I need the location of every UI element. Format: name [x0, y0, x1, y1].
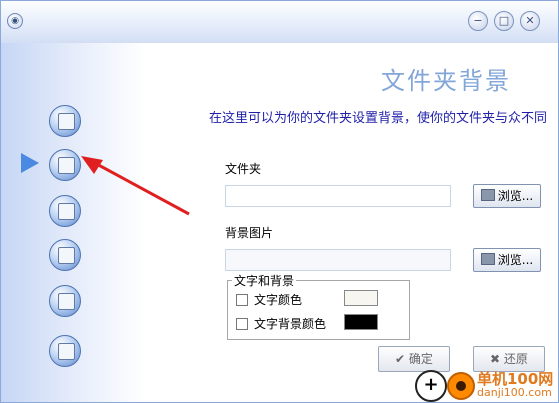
site-watermark: + 单机100网 danji100.com [413, 366, 558, 402]
window-icon [58, 343, 75, 360]
text-color-swatch[interactable] [344, 290, 378, 306]
browse-label: 浏览... [497, 253, 534, 267]
red-annotation-arrow-icon [81, 156, 190, 216]
nav-item-monitor[interactable] [49, 285, 81, 317]
folder-browse-icon [480, 189, 495, 201]
browse-label: 浏览... [497, 189, 534, 203]
text-bg-color-swatch[interactable] [344, 314, 378, 330]
sidebar [1, 43, 146, 402]
folder-document-icon [58, 203, 75, 220]
text-color-checkbox[interactable] [236, 294, 248, 306]
background-image-label: 背景图片 [225, 226, 274, 240]
folder-browse-button[interactable]: 浏览... [473, 184, 541, 208]
nav-item-folder-document[interactable] [49, 195, 81, 227]
page-title: 文件夹背景 [381, 67, 511, 95]
folder-icon [58, 113, 75, 130]
nav-item-disk[interactable] [49, 239, 81, 271]
plus-logo-icon: + [415, 370, 447, 402]
system-menu-icon[interactable]: ◉ [7, 13, 23, 29]
folder-settings-icon [58, 157, 75, 174]
text-color-label: 文字颜色 [254, 293, 303, 307]
group-legend: 文字和背景 [232, 272, 297, 289]
image-browse-icon [480, 253, 495, 265]
nav-item-folder[interactable] [49, 105, 81, 137]
nav-item-folder-background[interactable] [49, 149, 81, 181]
folder-label: 文件夹 [225, 162, 262, 176]
close-button[interactable]: ✕ [520, 11, 540, 31]
text-background-group: 文字和背景 文字颜色 文字背景颜色 [227, 272, 410, 340]
restore-label: 还原 [503, 352, 528, 366]
text-bg-color-checkbox[interactable] [236, 318, 248, 330]
selection-arrow-icon [21, 153, 39, 173]
dialog-window: ◉ − □ ✕ 文件夹背景 在这里可以为你的文件夹设置背景，使你的文件夹与众不同… [0, 0, 559, 403]
text-bg-color-label: 文字背景颜色 [254, 317, 327, 331]
folder-path-input[interactable] [225, 185, 451, 207]
title-bar[interactable]: ◉ − □ ✕ [1, 1, 558, 43]
nav-item-window[interactable] [49, 335, 81, 367]
page-description: 在这里可以为你的文件夹设置背景，使你的文件夹与众不同 [209, 111, 548, 126]
watermark-logo-icon [447, 372, 475, 400]
maximize-button[interactable]: □ [494, 11, 514, 31]
disk-icon [58, 247, 75, 264]
ok-label: 确定 [408, 352, 433, 366]
watermark-url: danji100.com [477, 386, 552, 399]
minimize-button[interactable]: − [468, 11, 488, 31]
monitor-icon [58, 293, 75, 310]
background-image-input[interactable] [225, 249, 451, 271]
image-browse-button[interactable]: 浏览... [473, 248, 541, 272]
